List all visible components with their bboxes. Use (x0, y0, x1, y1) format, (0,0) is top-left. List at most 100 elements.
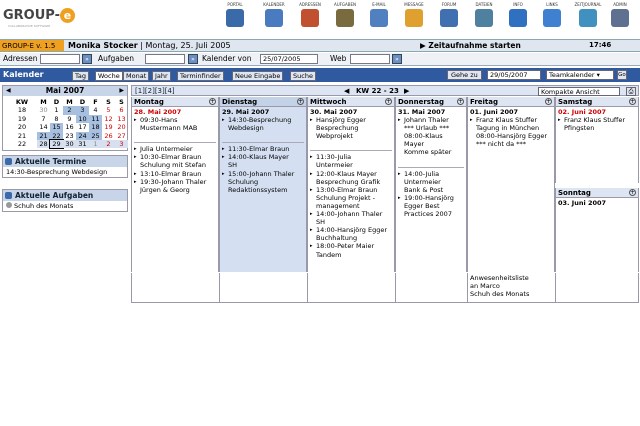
add-entry-icon[interactable]: + (385, 98, 392, 105)
all-day-entries[interactable]: Anwesenheitsliste an Marco Schuh des Mon… (468, 273, 555, 299)
calendar-entry[interactable]: 14:00-Hansjörg Egger Buchhaltung (310, 226, 392, 242)
add-entry-icon[interactable]: + (545, 98, 552, 105)
calendar-entry[interactable]: Franz Klaus Stuffer Pfingsten (558, 116, 636, 132)
mini-calendar-day[interactable]: 25 (89, 131, 102, 140)
all-day-cell[interactable]: Anwesenheitsliste an Marco Schuh des Mon… (468, 273, 556, 303)
calendar-entry[interactable]: Johann Thaler *** Urlaub *** 08:00-Klaus… (398, 116, 464, 156)
tab-woche[interactable]: Woche (95, 71, 123, 81)
all-day-cell[interactable] (220, 273, 308, 303)
week-number[interactable]: 19 (7, 115, 37, 123)
calendar-entry[interactable]: 14:00-Johann Thaler SH (310, 210, 392, 226)
calendar-entry[interactable]: 15:00-Johann Thaler Schulung Redaktionss… (222, 170, 304, 194)
add-entry-icon[interactable]: + (629, 98, 636, 105)
mini-calendar-day[interactable]: 1 (50, 106, 63, 114)
calendar-entry[interactable]: 11:30-Elmar Braun (222, 145, 304, 153)
compact-view-select[interactable]: Kompakte Ansicht (538, 87, 620, 96)
calendar-entry[interactable]: 09:30-Hans Mustermann MAB (134, 116, 216, 132)
mini-calendar-day[interactable]: 30 (37, 106, 50, 114)
nav-calendar[interactable]: KALENDER (257, 2, 291, 28)
week-number[interactable]: 21 (7, 132, 37, 140)
mini-calendar-day[interactable]: 7 (37, 115, 50, 123)
week-number[interactable]: 22 (7, 140, 37, 148)
tab-neue-eingabe[interactable]: Neue Eingabe (232, 71, 284, 81)
next-week-icon[interactable]: ▶ (404, 87, 409, 95)
day-header[interactable]: Mittwoch + (308, 97, 394, 107)
calendar-entry[interactable]: Franz Klaus Stuffer Tagung in München 08… (470, 116, 552, 148)
mini-calendar-day[interactable]: 26 (102, 132, 115, 140)
prev-month-icon[interactable]: ◀ (6, 86, 11, 96)
mini-calendar-day[interactable]: 21 (37, 131, 50, 140)
mini-calendar-day[interactable]: 9 (63, 115, 76, 123)
mini-calendar-day[interactable]: 6 (115, 106, 128, 114)
task-item[interactable]: Schuh des Monats (3, 201, 127, 211)
calendar-view-select[interactable]: Teamkalender ▾ (546, 70, 614, 80)
mini-calendar-day[interactable]: 20 (115, 123, 128, 131)
week-number[interactable]: 20 (7, 123, 37, 131)
day-header[interactable]: Sonntag + (556, 188, 638, 198)
all-day-cell[interactable] (308, 273, 396, 303)
day-header[interactable]: Dienstag + (220, 97, 306, 107)
day-header[interactable]: Samstag + (556, 97, 638, 107)
tab-monat[interactable]: Monat (123, 71, 150, 81)
mini-calendar-day[interactable]: 24 (76, 131, 89, 140)
mini-calendar-day[interactable]: 1 (89, 139, 102, 149)
tab-terminfinder[interactable]: Terminfinder (177, 71, 224, 81)
calendar-entry[interactable]: Julia Untermeier (134, 145, 216, 153)
mini-calendar-day[interactable]: 16 (63, 123, 76, 131)
day-header[interactable]: Montag + (132, 97, 218, 107)
mini-calendar-day[interactable]: 13 (115, 115, 128, 123)
nav-clock[interactable]: ZEITJOURNAL (571, 2, 605, 28)
web-search-input[interactable] (350, 54, 390, 64)
tasks-search-button[interactable]: » (188, 54, 198, 64)
page-links[interactable]: [1][2][3][4] (135, 87, 175, 95)
nav-files[interactable]: DATEIEN (467, 2, 501, 28)
goto-button[interactable]: Gehe zu (447, 70, 482, 80)
mini-calendar-day[interactable]: 2 (63, 106, 76, 115)
all-day-cell[interactable] (396, 273, 468, 303)
mini-calendar-day[interactable]: 3 (76, 106, 89, 115)
nav-info[interactable]: INFO (501, 2, 535, 28)
day-date[interactable]: 02. Juni 2007 (558, 108, 636, 116)
tab-tag[interactable]: Tag (72, 71, 90, 81)
tasks-search-input[interactable] (145, 54, 185, 64)
day-header[interactable]: Donnerstag + (396, 97, 466, 107)
mini-calendar-day[interactable]: 31 (76, 139, 89, 149)
nav-portal[interactable]: PORTAL (218, 2, 252, 28)
appointment-item[interactable]: 14:30-Besprechung Webdesign (3, 167, 127, 177)
address-search-button[interactable]: » (82, 54, 92, 64)
calendar-entry[interactable]: 12:00-Klaus Mayer Besprechung Grafik (310, 170, 392, 186)
tab-suche[interactable]: Suche (290, 71, 316, 81)
mini-calendar-day[interactable]: 23 (63, 132, 76, 140)
nav-tasks[interactable]: AUFGABEN (328, 2, 362, 28)
mini-calendar-day[interactable]: 27 (115, 132, 128, 140)
web-search-button[interactable]: » (392, 54, 402, 64)
mini-calendar-day[interactable]: 28 (37, 139, 50, 149)
next-month-icon[interactable]: ▶ (119, 86, 124, 96)
day-date[interactable]: 28. Mai 2007 (134, 108, 216, 116)
day-header[interactable]: Freitag + (468, 97, 554, 107)
add-entry-icon[interactable]: + (629, 189, 636, 196)
nav-admin[interactable]: ADMIN (603, 2, 637, 28)
mini-calendar-day[interactable]: 22 (50, 131, 63, 140)
calendar-entry[interactable]: 14:30-Besprechung Webdesign (222, 116, 304, 132)
day-date[interactable]: 31. Mai 2007 (398, 108, 464, 116)
mini-calendar-day[interactable]: 18 (89, 123, 102, 132)
day-date[interactable]: 01. Juni 2007 (470, 108, 552, 116)
mini-calendar-day[interactable]: 2 (102, 139, 115, 149)
nav-star[interactable]: LINKS (535, 2, 569, 28)
mini-calendar-day[interactable]: 8 (50, 115, 63, 123)
mini-calendar-day[interactable]: 11 (89, 114, 102, 124)
print-icon[interactable]: ⎙ (626, 87, 636, 96)
calendar-entry[interactable]: 14:00-Julia Untermeier Bank & Post (398, 170, 464, 194)
mini-calendar-day[interactable]: 14 (37, 123, 50, 131)
mini-calendar-day[interactable]: 15 (50, 123, 63, 132)
mini-calendar-day[interactable]: 4 (89, 106, 102, 114)
goto-date-input[interactable]: 29/05/2007 (487, 70, 541, 80)
time-tracking-button[interactable]: ▶ Zeitaufnahme starten (420, 41, 521, 50)
add-entry-icon[interactable]: + (457, 98, 464, 105)
calendar-entry[interactable]: 14:00-Klaus Mayer SH (222, 153, 304, 169)
day-date[interactable]: 03. Juni 2007 (558, 199, 636, 207)
mini-calendar-day[interactable]: 19 (102, 123, 115, 131)
view-go-button[interactable]: Go (617, 70, 627, 80)
mini-calendar-day[interactable]: 3 (115, 139, 128, 149)
